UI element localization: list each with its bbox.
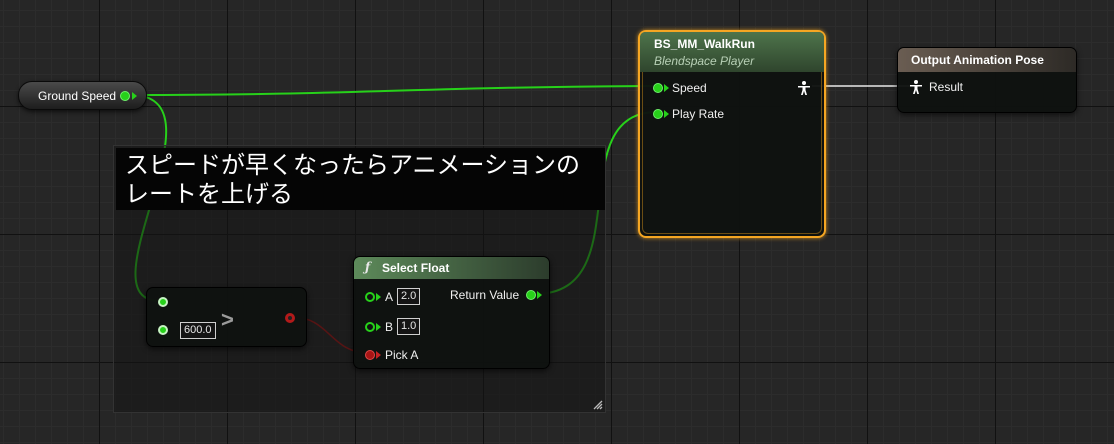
output-pose-title: Output Animation Pose — [911, 53, 1044, 67]
select-b-value-input[interactable]: 1.0 — [397, 318, 421, 335]
pin-arrow-icon — [376, 351, 381, 359]
function-icon: ƒ — [365, 260, 371, 274]
play-rate-input-pin[interactable] — [653, 109, 663, 119]
select-a-label: A — [385, 290, 394, 304]
output-pose-header: Output Animation Pose — [898, 48, 1076, 72]
pin-arrow-icon — [376, 323, 381, 331]
compare-input-b-pin[interactable] — [158, 325, 168, 335]
blendspace-header: BS_MM_WalkRun Blendspace Player — [640, 32, 824, 72]
select-b-pin[interactable] — [365, 322, 375, 332]
greater-than-node[interactable]: 600.0 > — [146, 287, 307, 347]
select-a-value-input[interactable]: 2.0 — [397, 288, 421, 305]
blendspace-subtitle: Blendspace Player — [654, 54, 755, 68]
compare-input-a-pin[interactable] — [158, 297, 168, 307]
pin-arrow-icon — [537, 291, 542, 299]
comment-line-2: レートを上げる — [125, 181, 293, 208]
select-a-pin[interactable] — [365, 292, 375, 302]
pin-arrow-icon — [376, 293, 381, 301]
blendspace-player-node[interactable]: BS_MM_WalkRun Blendspace Player Speed Pl… — [638, 30, 826, 238]
comment-line-1: スピードが早くなったらアニメーションの — [125, 152, 581, 179]
result-label: Result — [929, 80, 964, 94]
select-float-title: Select Float — [382, 261, 450, 275]
pick-a-pin[interactable] — [365, 350, 375, 360]
speed-input-pin[interactable] — [653, 83, 663, 93]
pin-arrow-icon — [132, 92, 137, 100]
compare-output-pin[interactable] — [285, 313, 295, 323]
pin-arrow-icon — [664, 84, 669, 92]
select-float-header: ƒ Select Float — [354, 257, 549, 279]
speed-label: Speed — [672, 81, 707, 95]
select-b-label: B — [385, 320, 394, 334]
ground-speed-label: Ground Speed — [38, 89, 117, 103]
output-animation-pose-node[interactable]: Output Animation Pose Result — [897, 47, 1077, 113]
resize-handle-icon[interactable] — [591, 398, 603, 410]
selection-inner-border — [642, 72, 822, 234]
return-value-pin[interactable] — [526, 290, 536, 300]
greater-than-operator: > — [221, 307, 234, 332]
play-rate-label: Play Rate — [672, 107, 725, 121]
ground-speed-node[interactable]: Ground Speed — [18, 81, 147, 110]
ground-speed-output-pin[interactable] — [120, 91, 130, 101]
pose-input-pin-icon[interactable] — [910, 80, 922, 94]
select-float-node[interactable]: ƒ Select Float A 2.0 B 1.0 Pick A Return… — [353, 256, 550, 369]
compare-b-value-input[interactable]: 600.0 — [180, 322, 216, 339]
pick-a-label: Pick A — [385, 348, 419, 362]
pose-output-pin-icon[interactable] — [798, 81, 810, 95]
return-value-label: Return Value — [450, 288, 520, 302]
pin-arrow-icon — [664, 110, 669, 118]
blendspace-title: BS_MM_WalkRun — [654, 37, 755, 51]
comment-text[interactable]: スピードが早くなったらアニメーションの レートを上げる — [116, 148, 605, 210]
wire-ground-speed-to-speed — [130, 85, 658, 96]
